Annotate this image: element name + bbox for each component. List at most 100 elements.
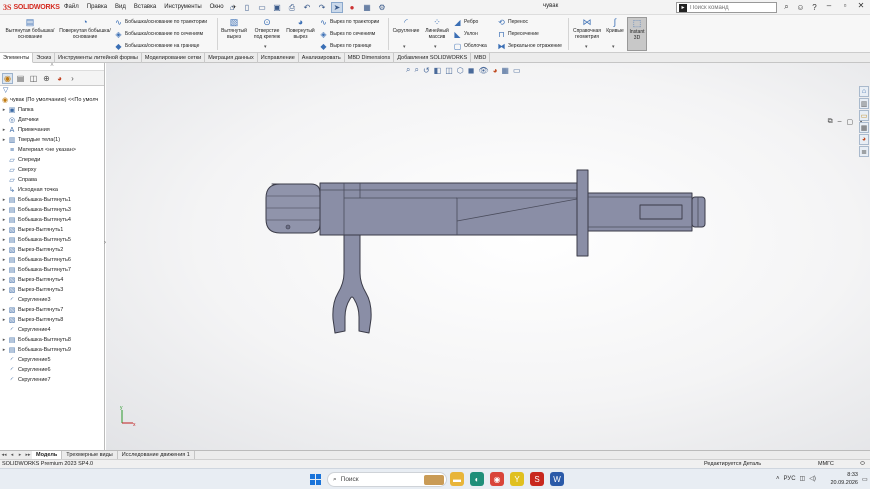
units-selector[interactable]: ММГС — [818, 460, 834, 468]
panel-collapse-handle[interactable]: ˄ — [0, 63, 104, 71]
fillet-button[interactable]: ◜ Скругление — [390, 17, 422, 35]
tree-item[interactable]: ◜ Скругление5 — [0, 355, 104, 365]
menu-view[interactable]: Вид — [114, 3, 127, 12]
previous-view-icon[interactable]: ↺ — [423, 66, 430, 75]
tree-expand-icon[interactable]: ▸ — [0, 307, 8, 313]
shell-button[interactable]: ▢ Оболочка — [453, 41, 487, 51]
tree-item[interactable]: ▸ ▤ Бобышка-Вытянуть8 — [0, 335, 104, 345]
tree-item[interactable]: ◜ Скругление6 — [0, 365, 104, 375]
menu-window[interactable]: Окно — [209, 3, 225, 12]
next-tab-icon[interactable]: ▸ — [16, 452, 24, 458]
tab-mold-tools[interactable]: Инструменты литейной формы — [55, 53, 142, 63]
status-bar-options-icon[interactable]: ⬭ — [860, 460, 865, 468]
undo-icon[interactable]: ↶ — [301, 2, 313, 13]
wrap-button[interactable]: ⟲ Перенос — [497, 17, 562, 27]
lofted-cut-button[interactable]: ◈ Вырез по сечениям — [319, 29, 379, 39]
tree-expand-icon[interactable]: ▸ — [0, 247, 8, 253]
configuration-manager-tab-icon[interactable]: ◫ — [28, 73, 39, 84]
tree-expand-icon[interactable]: ▸ — [0, 317, 8, 323]
language-indicator[interactable]: РУС — [784, 476, 796, 482]
tree-expand-icon[interactable]: ▸ — [0, 137, 8, 143]
first-tab-icon[interactable]: ◂◂ — [0, 452, 8, 458]
save-icon[interactable]: ▣ — [271, 2, 283, 13]
menu-tools[interactable]: Инструменты — [163, 3, 202, 12]
part-model-view[interactable] — [106, 63, 870, 450]
command-search-box[interactable]: ▸ — [676, 2, 777, 13]
display-manager-tab-icon[interactable]: ◕ — [54, 73, 65, 84]
tab-mesh-modeling[interactable]: Моделирование сетки — [142, 53, 206, 63]
tree-item[interactable]: ≡ Материал <не указан> — [0, 145, 104, 155]
tree-item[interactable]: ▸ ▥ Твердые тела(1) — [0, 135, 104, 145]
boundary-cut-button[interactable]: ◆ Вырез по границе — [319, 41, 379, 51]
zoom-to-fit-icon[interactable]: ⌕ — [406, 65, 410, 75]
redo-icon[interactable]: ↷ — [316, 2, 328, 13]
tree-expand-icon[interactable]: ▸ — [0, 257, 8, 263]
taskbar-clock[interactable]: 8:33 20.09.2026 — [818, 471, 858, 487]
menu-insert[interactable]: Вставка — [133, 3, 157, 12]
appearance-icon[interactable]: ◕ — [493, 66, 498, 75]
revolved-cut-button[interactable]: ◕ Повернутый вырез — [285, 17, 316, 41]
tab-sketch[interactable]: Эскиз — [33, 53, 56, 63]
section-view-icon[interactable]: ◧ — [434, 66, 442, 75]
solidworks-logo[interactable]: 3S SOLIDWORKS — [3, 2, 60, 13]
new-document-icon[interactable]: ▯ — [241, 2, 253, 13]
extruded-cut-button[interactable]: ▧ Вытянутый вырез — [219, 17, 249, 41]
tree-expand-icon[interactable]: ▸ — [0, 217, 8, 223]
tree-expand-icon[interactable]: ▸ — [0, 127, 8, 133]
volume-icon[interactable]: ◁) — [809, 475, 816, 482]
ref-geometry-dropdown-icon[interactable]: ▾ — [585, 44, 588, 50]
intersect-button[interactable]: ⊓ Пересечение — [497, 29, 562, 39]
file-explorer-icon[interactable]: ▭ — [859, 110, 869, 121]
panel-expand-arrow-icon[interactable]: › — [67, 73, 78, 84]
app-icon-yellow[interactable]: Y — [510, 472, 524, 486]
boundary-boss-button[interactable]: ◆ Бобышка/основание на границе — [114, 41, 207, 51]
help-icon[interactable]: ? — [809, 3, 820, 12]
tree-item[interactable]: ▸ ▧ Вырез-Вытянуть8 — [0, 315, 104, 325]
tab-evaluate[interactable]: Анализировать — [299, 53, 345, 63]
tree-expand-icon[interactable]: ▸ — [0, 267, 8, 273]
hide-show-items-icon[interactable]: 👁 — [478, 66, 488, 75]
select-arrow-icon[interactable]: ➤ — [331, 2, 343, 13]
view-palette-icon[interactable]: ▦ — [859, 122, 869, 133]
filter-icon[interactable]: ▽ — [0, 86, 104, 95]
rib-button[interactable]: ◢ Ребро — [453, 17, 487, 27]
tree-item[interactable]: ▸ ▧ Вырез-Вытянуть1 — [0, 225, 104, 235]
swept-cut-button[interactable]: ∿ Вырез по траектории — [319, 17, 379, 27]
minimize-icon[interactable]: – — [823, 1, 835, 10]
custom-properties-icon[interactable]: ≣ — [859, 146, 869, 157]
tree-expand-icon[interactable]: ▸ — [0, 277, 8, 283]
taskbar-search-box[interactable]: ⌕ Поиск — [327, 472, 447, 487]
property-manager-tab-icon[interactable]: ▤ — [15, 73, 26, 84]
tile-icon[interactable]: ⧉ — [828, 118, 833, 126]
user-icon[interactable]: ☺ — [795, 3, 806, 12]
tree-root-part[interactable]: ◉ чувак (По умолчанию) <<По умолч — [0, 95, 104, 105]
reference-geometry-button[interactable]: ⋈ Справочная геометрия — [570, 17, 604, 41]
restore-icon[interactable]: ▫ — [839, 1, 851, 10]
print-icon[interactable]: ⎙ — [286, 2, 298, 13]
tree-expand-icon[interactable]: ▸ — [0, 347, 8, 353]
draft-button[interactable]: ◣ Уклон — [453, 29, 487, 39]
swept-boss-button[interactable]: ∿ Бобышка/основание по траектории — [114, 17, 207, 27]
chrome-app-icon[interactable]: ◉ — [490, 472, 504, 486]
instant3d-button[interactable]: ⬚ Instant 3D — [627, 17, 647, 51]
tree-item[interactable]: ◜ Скругление3 — [0, 295, 104, 305]
tab-solidworks-addins[interactable]: Добавления SOLIDWORKS — [394, 53, 472, 63]
dimxpert-tab-icon[interactable]: ⊕ — [41, 73, 52, 84]
tree-expand-icon[interactable]: ▸ — [0, 287, 8, 293]
notifications-icon[interactable]: ▭ — [862, 476, 868, 483]
scene-icon[interactable]: ▦ — [501, 66, 509, 75]
display-style-icon[interactable]: ◼ — [468, 66, 475, 75]
zoom-to-area-icon[interactable]: ⌕ — [414, 65, 418, 75]
appearances-scenes-icon[interactable]: ◕ — [859, 134, 869, 145]
word-app-icon[interactable]: W — [550, 472, 564, 486]
tray-chevron-icon[interactable]: ˄ — [776, 476, 780, 482]
options-gear-icon[interactable]: ⚙ — [376, 2, 388, 13]
tree-item[interactable]: ▱ Справа — [0, 175, 104, 185]
tree-item[interactable]: ▸ ▤ Бобышка-Вытянуть3 — [0, 205, 104, 215]
file-explorer-app-icon[interactable]: ▬ — [450, 472, 464, 486]
tree-item[interactable]: ▱ Спереди — [0, 155, 104, 165]
tree-expand-icon[interactable]: ▸ — [0, 227, 8, 233]
hole-wizard-dropdown-icon[interactable]: ▾ — [264, 44, 267, 50]
maximize-view-icon[interactable]: ▢ — [847, 118, 854, 126]
dynamic-annotation-icon[interactable]: ◫ — [445, 66, 453, 75]
